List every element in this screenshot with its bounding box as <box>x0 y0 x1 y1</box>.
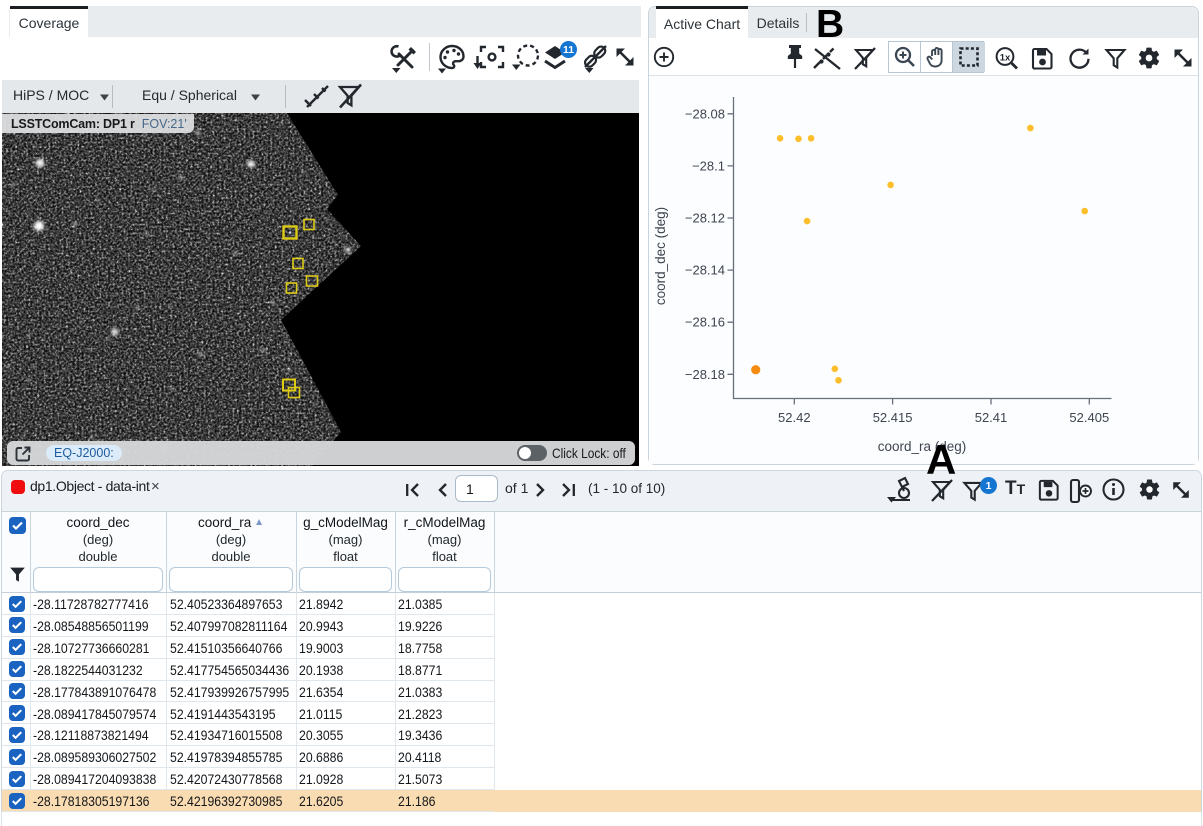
svg-text:−28.12: −28.12 <box>685 211 725 226</box>
svg-text:−28.08: −28.08 <box>685 106 725 121</box>
svg-text:1x: 1x <box>1000 53 1011 64</box>
svg-text:−28.14: −28.14 <box>685 263 725 278</box>
svg-text:−28.1: −28.1 <box>692 158 725 173</box>
svg-text:52.41: 52.41 <box>975 410 1008 425</box>
svg-text:52.405: 52.405 <box>1069 410 1109 425</box>
svg-text:−28.16: −28.16 <box>685 315 725 330</box>
svg-text:coord_dec (deg): coord_dec (deg) <box>653 207 668 305</box>
svg-text:52.415: 52.415 <box>873 410 913 425</box>
svg-text:52.42: 52.42 <box>778 410 811 425</box>
svg-text:−28.18: −28.18 <box>685 367 725 382</box>
